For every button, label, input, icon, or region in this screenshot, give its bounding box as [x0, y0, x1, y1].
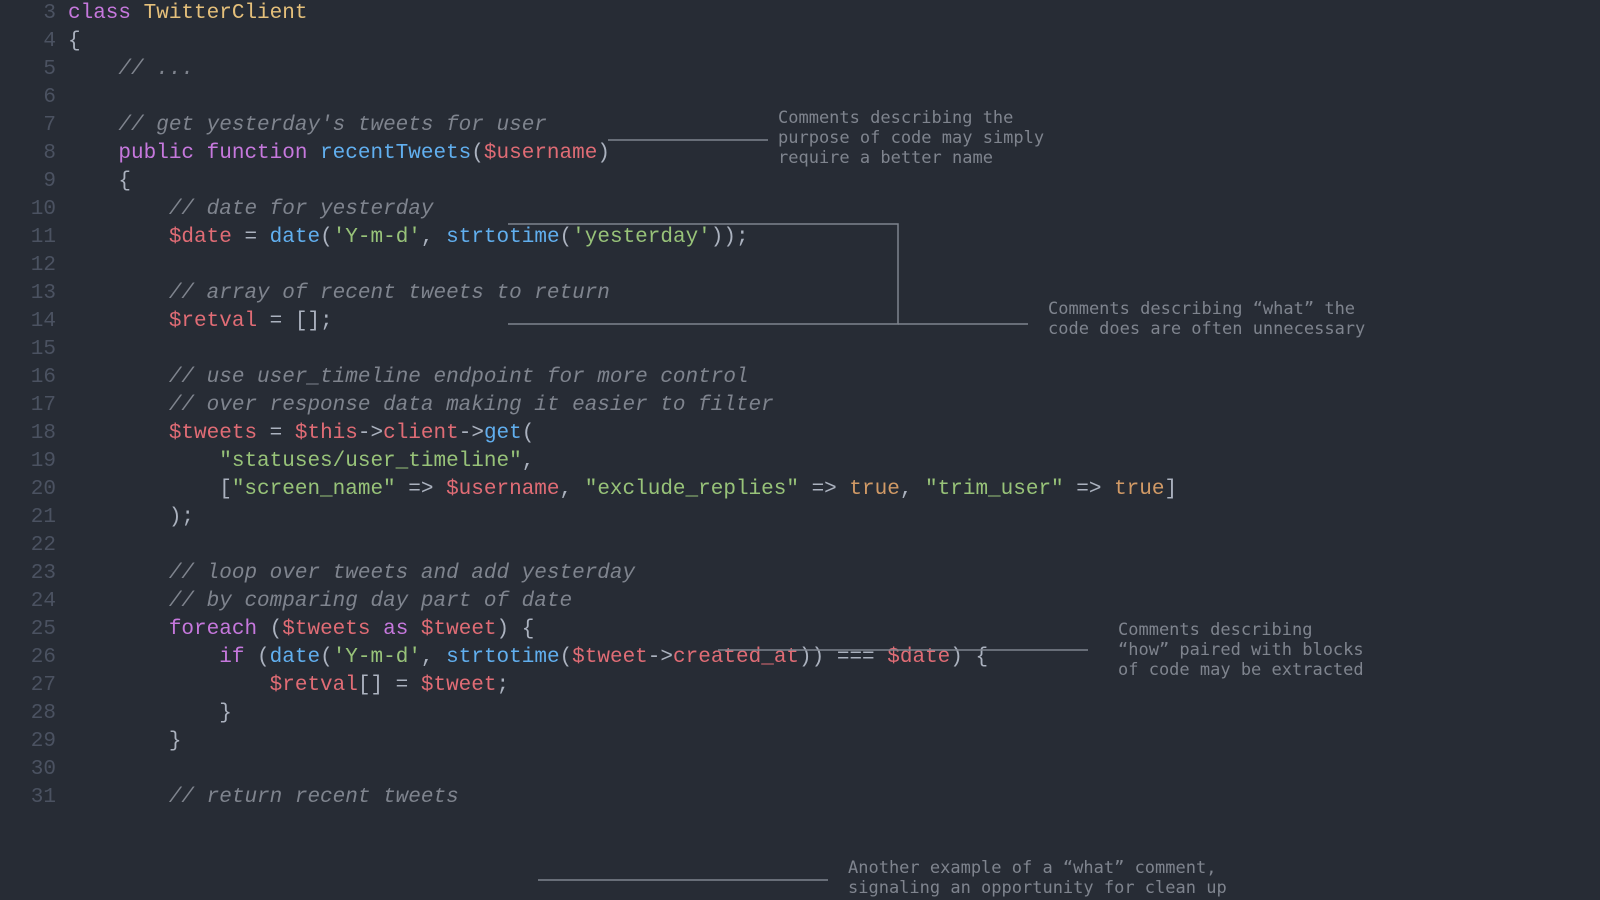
code-line: ["screen_name" => $username, "exclude_re… — [68, 476, 1600, 504]
code-editor: 3456789101112131415161718192021222324252… — [0, 0, 1600, 812]
line-number: 5 — [0, 56, 56, 84]
code-line: // date for yesterday — [68, 196, 1600, 224]
line-number: 24 — [0, 588, 56, 616]
annotation-how-comment: Comments describing “how” paired with bl… — [1118, 620, 1364, 680]
code-line: ); — [68, 504, 1600, 532]
code-line: { — [68, 168, 1600, 196]
line-number: 17 — [0, 392, 56, 420]
code-line: } — [68, 728, 1600, 756]
code-line: $retval[] = $tweet; — [68, 672, 1600, 700]
line-number: 8 — [0, 140, 56, 168]
code-line: // array of recent tweets to return — [68, 280, 1600, 308]
code-line: // loop over tweets and add yesterday — [68, 560, 1600, 588]
line-number: 27 — [0, 672, 56, 700]
code-line: if (date('Y-m-d', strtotime($tweet->crea… — [68, 644, 1600, 672]
line-number: 20 — [0, 476, 56, 504]
annotation-what-comment: Comments describing “what” the code does… — [1048, 299, 1365, 339]
code-line: $retval = []; — [68, 308, 1600, 336]
line-number: 11 — [0, 224, 56, 252]
code-line: $tweets = $this->client->get( — [68, 420, 1600, 448]
line-number: 23 — [0, 560, 56, 588]
annotation-what-comment-2: Another example of a “what” comment, sig… — [848, 858, 1227, 898]
line-number: 19 — [0, 448, 56, 476]
line-number: 30 — [0, 756, 56, 784]
code-line: foreach ($tweets as $tweet) { — [68, 616, 1600, 644]
line-number: 7 — [0, 112, 56, 140]
code-line: // by comparing day part of date — [68, 588, 1600, 616]
code-line: "statuses/user_timeline", — [68, 448, 1600, 476]
line-number: 31 — [0, 784, 56, 812]
code-line: // use user_timeline endpoint for more c… — [68, 364, 1600, 392]
line-number: 14 — [0, 308, 56, 336]
line-number: 16 — [0, 364, 56, 392]
line-number-gutter: 3456789101112131415161718192021222324252… — [0, 0, 68, 812]
code-line: // ... — [68, 56, 1600, 84]
line-number: 21 — [0, 504, 56, 532]
code-line: $date = date('Y-m-d', strtotime('yesterd… — [68, 224, 1600, 252]
line-number: 6 — [0, 84, 56, 112]
code-line: } — [68, 700, 1600, 728]
line-number: 29 — [0, 728, 56, 756]
line-number: 9 — [0, 168, 56, 196]
code-area: class TwitterClient{ // ... // get yeste… — [68, 0, 1600, 812]
line-number: 26 — [0, 644, 56, 672]
code-line: { — [68, 28, 1600, 56]
code-line — [68, 756, 1600, 784]
annotation-purpose-comment: Comments describing the purpose of code … — [778, 108, 1044, 168]
code-line: // return recent tweets — [68, 784, 1600, 812]
code-line: // over response data making it easier t… — [68, 392, 1600, 420]
line-number: 3 — [0, 0, 56, 28]
line-number: 4 — [0, 28, 56, 56]
code-line — [68, 336, 1600, 364]
line-number: 22 — [0, 532, 56, 560]
code-line — [68, 532, 1600, 560]
line-number: 13 — [0, 280, 56, 308]
connector-4 — [538, 870, 868, 890]
line-number: 15 — [0, 336, 56, 364]
line-number: 12 — [0, 252, 56, 280]
line-number: 10 — [0, 196, 56, 224]
line-number: 25 — [0, 616, 56, 644]
line-number: 28 — [0, 700, 56, 728]
code-line — [68, 252, 1600, 280]
code-line: class TwitterClient — [68, 0, 1600, 28]
line-number: 18 — [0, 420, 56, 448]
